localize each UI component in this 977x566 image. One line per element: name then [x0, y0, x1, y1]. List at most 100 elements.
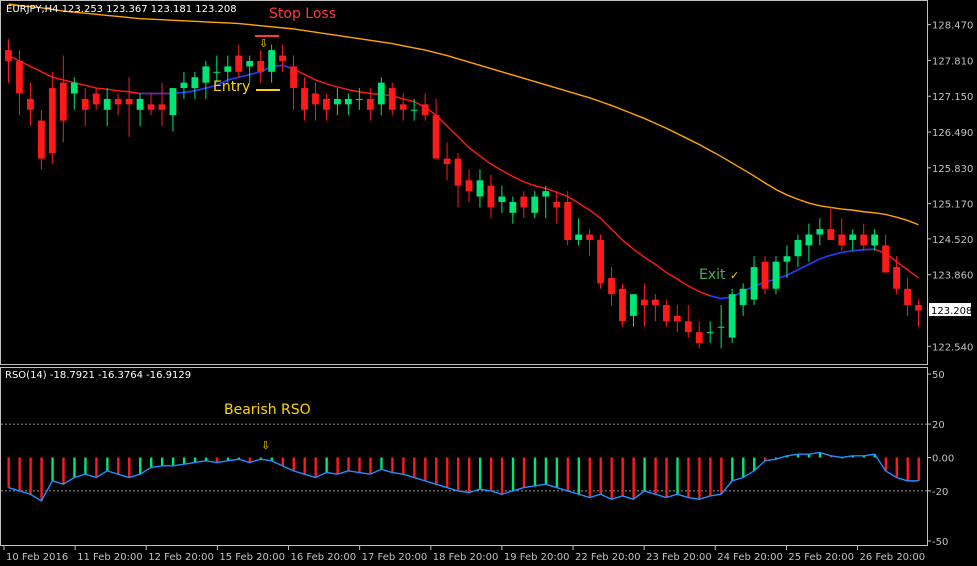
exit-check-icon: ✓ [730, 269, 739, 282]
candle-body [246, 60, 254, 67]
rso-bar [654, 457, 657, 495]
candle-body [224, 66, 232, 72]
rso-bar [588, 457, 591, 498]
candle-body [575, 234, 583, 240]
rso-bar [457, 457, 460, 491]
candle-body [92, 93, 100, 105]
price-tick-label: 125.830 [932, 164, 973, 175]
rso-bar [117, 457, 120, 475]
exit-label: Exit [699, 267, 726, 283]
rso-bar [522, 457, 526, 488]
rso-bar [917, 457, 920, 481]
candle-body [202, 66, 210, 83]
rso-bar [687, 457, 690, 498]
rso-bar [73, 457, 76, 478]
candle-body [301, 88, 308, 110]
candle-body [542, 191, 550, 197]
rso-bar [446, 457, 449, 488]
candle-body [619, 288, 626, 322]
candle-body [904, 288, 911, 306]
rso-plot [1, 423, 927, 502]
time-tick-label: 23 Feb 20:00 [646, 552, 712, 563]
candle-body [750, 267, 758, 300]
rso-bar [292, 457, 295, 471]
rso-bar [314, 457, 317, 478]
rso-bar [533, 457, 537, 486]
rso-bar [128, 457, 131, 478]
candle-body [147, 104, 155, 110]
candle-body [355, 98, 363, 100]
candle-body [213, 71, 221, 73]
candle-body [169, 88, 177, 116]
time-tick-label: 18 Feb 20:00 [433, 552, 499, 563]
rso-bar [632, 457, 635, 500]
rso-bar [643, 457, 646, 491]
rso-bar [511, 457, 515, 491]
rso-bar [139, 457, 142, 475]
candle-body [180, 82, 188, 89]
rso-bar [555, 457, 559, 488]
rso-bar [599, 457, 602, 495]
candle-body [16, 60, 23, 94]
candle-body [312, 93, 319, 105]
rso-bar [478, 457, 482, 490]
candle-body [103, 98, 111, 110]
price-tick-label: 122.540 [932, 342, 973, 353]
candle-body [772, 261, 780, 289]
rso-bar [336, 457, 339, 475]
ema-red-line [8, 54, 919, 300]
rso-arrow-icon: ⇩ [261, 439, 270, 452]
candle-body [465, 180, 473, 192]
bearish-rso-label: Bearish RSO [224, 402, 311, 418]
rso-bar [720, 457, 723, 495]
candle-body [27, 98, 34, 110]
candle-body [59, 82, 67, 121]
candle-body [608, 277, 615, 295]
rso-bar [424, 457, 427, 481]
price-tick-label: 125.170 [932, 200, 973, 211]
rso-bar [380, 457, 383, 470]
rso-bar [325, 457, 328, 473]
candle-body [334, 98, 341, 105]
rso-bar [303, 457, 306, 475]
candle-body [805, 234, 813, 246]
candle-body [399, 104, 407, 110]
rso-bar [906, 457, 909, 481]
time-tick-label: 19 Feb 20:00 [504, 552, 570, 563]
price-tick-label: 126.490 [932, 128, 973, 139]
rso-tick-label: -50 [932, 537, 948, 548]
candle-body [498, 196, 506, 202]
time-tick-label: 17 Feb 20:00 [362, 552, 428, 563]
rso-bar [709, 457, 712, 496]
rso-bar [402, 457, 405, 475]
price-tick-label: 123.860 [932, 271, 973, 282]
price-tick-label: 128.470 [932, 21, 973, 32]
candle-body [443, 158, 451, 165]
candle-body [695, 332, 703, 344]
current-price-label: 123.208 [931, 306, 972, 317]
candle-body [783, 256, 791, 262]
candle-body [871, 234, 879, 246]
axes: 128.470 127.810 127.150 126.490 125.830 125.1… [3, 21, 973, 563]
candle-body [849, 234, 857, 240]
rso-bar [160, 457, 164, 466]
candle-body [70, 82, 78, 94]
candle-body [48, 88, 56, 154]
rso-bar [281, 457, 284, 466]
time-tick-label: 15 Feb 20:00 [219, 552, 285, 563]
candle-body [531, 196, 539, 213]
rso-bar [621, 457, 624, 496]
rso-panel-frame [0, 367, 928, 546]
rso-bar [358, 457, 361, 473]
candle-body [739, 288, 747, 306]
candle-body [410, 109, 418, 111]
rso-bar [742, 457, 745, 478]
candle-body [476, 180, 484, 197]
candle-body [761, 261, 769, 289]
rso-bar [106, 457, 109, 471]
ema-orange-line [8, 3, 919, 226]
rso-line [8, 451, 919, 502]
rso-tick-label: 20 [932, 420, 945, 431]
time-tick-label: 22 Feb 20:00 [575, 552, 641, 563]
time-tick-label: 11 Feb 20:00 [77, 552, 143, 563]
